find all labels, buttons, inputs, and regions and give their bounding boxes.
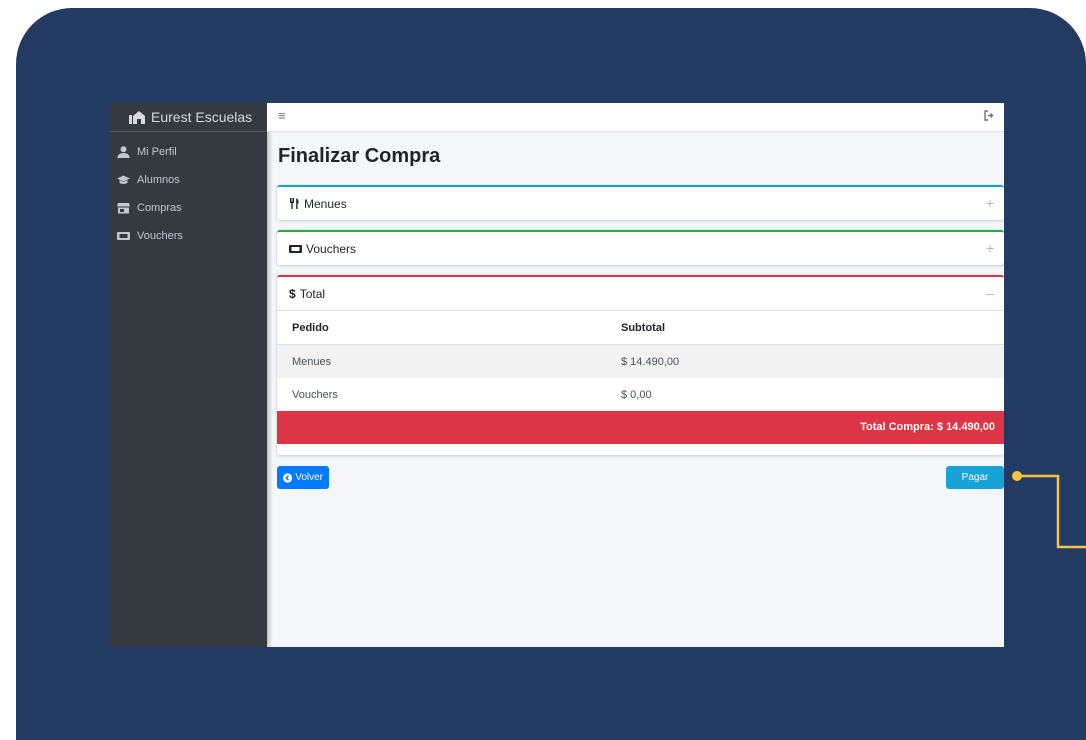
- callout-marker: [1012, 471, 1022, 481]
- callout-connector: [1017, 474, 1086, 549]
